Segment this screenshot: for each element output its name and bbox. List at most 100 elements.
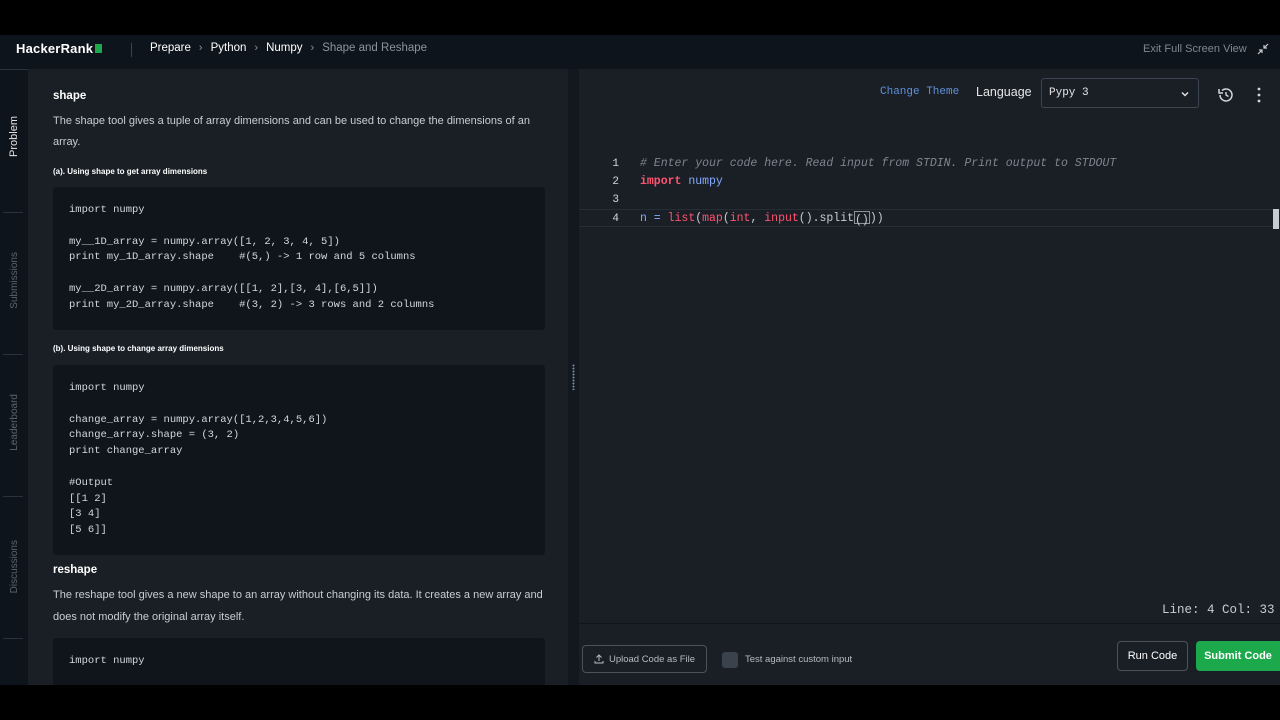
logo[interactable]: HackerRank [16,41,103,56]
code-line: import numpy [69,382,145,394]
tab-divider [3,354,23,355]
language-label: Language [976,85,1032,99]
restore-history-icon[interactable] [1216,85,1236,105]
tab-leaderboard[interactable]: Leaderboard [0,394,28,451]
code-example-a: import numpy my__1D_array = numpy.array(… [53,187,545,330]
top-nav: HackerRank Prepare › Python › Numpy › Sh… [0,35,1280,65]
cursor-position-status: Line: 4 Col: 33 [1162,603,1275,617]
code-editor-panel: Change Theme Language Pypy 3 1 # Enter y… [579,69,1280,623]
tab-divider [3,496,23,497]
app-window: HackerRank Prepare › Python › Numpy › Sh… [0,35,1280,685]
chevron-right-icon: › [310,42,315,54]
language-select[interactable]: Pypy 3 [1041,78,1199,108]
custom-input-label[interactable]: Test against custom input [745,654,852,665]
panel-splitter[interactable] [568,69,579,685]
problem-panel[interactable]: shape The shape tool gives a tuple of ar… [28,69,568,685]
shape-description-line-2: array. [53,136,81,148]
shape-description-line-1: The shape tool gives a tuple of array di… [53,115,530,127]
code-token: int [729,212,751,225]
code-token: )) [869,212,884,225]
run-code-button[interactable]: Run Code [1117,641,1188,671]
keyword-import: import [640,175,682,188]
line-number: 4 [612,213,619,225]
code-token: map [702,212,723,225]
language-value: Pypy 3 [1049,87,1089,99]
more-options-icon[interactable] [1256,86,1262,104]
upload-code-button[interactable]: Upload Code as File [582,645,707,673]
code-token: list [667,212,696,225]
code-line: [[1 2] [69,492,107,505]
subheading-a: (a). Using shape to get array dimensions [53,167,208,176]
chevron-right-icon: › [254,42,259,54]
breadcrumb-prepare[interactable]: Prepare [150,42,191,54]
code-example-b: import numpy change_array = numpy.array(… [53,365,545,555]
code-line: #Output [69,476,114,489]
reshape-description-line-2: does not modify the original array itsel… [53,611,245,623]
code-line: print my_2D_array.shape #(3, 2) -> 3 row… [69,298,435,311]
module-name: numpy [688,175,723,188]
submit-code-button[interactable]: Submit Code [1196,641,1280,671]
code-line: print my_1D_array.shape #(5,) -> 1 row a… [69,251,416,264]
code-token: input [764,212,799,225]
code-line: [5 6]] [69,524,107,537]
code-token: n = [640,212,668,225]
topbar-divider [131,43,132,57]
scrollbar-thumb[interactable] [1273,209,1279,229]
tab-discussions[interactable]: Discussions [0,540,28,593]
upload-code-label: Upload Code as File [608,653,696,665]
tab-divider [3,638,23,639]
side-tabs: Problem Submissions Leaderboard Discussi… [0,69,28,685]
tab-problem[interactable]: Problem [0,116,28,157]
code-input-area[interactable]: 1 # Enter your code here. Read input fro… [579,155,1280,605]
editor-line-1[interactable]: 1 # Enter your code here. Read input fro… [579,155,1280,173]
breadcrumb-current: Shape and Reshape [322,42,428,54]
exit-fullscreen-link[interactable]: Exit Full Screen View [1143,43,1247,55]
line-number: 2 [612,176,619,188]
drag-handle-icon[interactable] [572,364,575,390]
code-token: ().split [798,212,855,225]
editor-bottom-bar: Upload Code as File Test against custom … [579,623,1280,685]
code-line: print change_array [69,445,183,458]
code-example-c: import numpy [53,638,545,685]
code-token: , [750,212,765,225]
tab-divider [3,212,23,213]
tab-submissions[interactable]: Submissions [0,252,28,309]
code-comment: # Enter your code here. Read input from … [640,157,1117,170]
upload-icon [594,654,604,664]
code-line: my__1D_array = numpy.array([1, 2, 3, 4, … [69,235,340,248]
code-token: ( [722,212,730,225]
logo-text: HackerRank [16,41,94,56]
subheading-b: (b). Using shape to change array dimensi… [53,344,224,353]
logo-mark [95,44,103,53]
line-number: 1 [612,158,619,170]
editor-line-2[interactable]: 2 import numpy [579,173,1280,191]
chevron-down-icon [1181,92,1189,97]
tab-submissions-label: Submissions [8,252,20,309]
tab-problem-label: Problem [8,116,20,157]
code-line: [3 4] [69,508,101,521]
editor-line-4[interactable]: 4 n = list(map(int, input().split())) [579,209,1280,227]
reshape-description-line-1: The reshape tool gives a new shape to an… [53,589,543,601]
editor-line-3[interactable]: 3 [579,191,1280,209]
code-line: my__2D_array = numpy.array([[1, 2],[3, 4… [69,282,378,295]
letterbox-top [0,0,1280,35]
code-line: import numpy [69,655,145,667]
change-theme-link[interactable]: Change Theme [880,86,959,98]
collapse-icon[interactable] [1257,43,1269,55]
breadcrumb-python[interactable]: Python [211,42,247,54]
text-cursor: () [854,211,870,227]
custom-input-checkbox[interactable] [722,652,738,668]
code-line: import numpy [69,204,145,216]
letterbox-bottom [0,685,1280,720]
reshape-heading: reshape [53,564,98,576]
editor-toolbar: Change Theme Language Pypy 3 [579,69,1280,109]
chevron-right-icon: › [198,42,203,54]
line-number: 3 [612,194,619,206]
tab-leaderboard-label: Leaderboard [8,394,20,451]
tab-discussions-label: Discussions [8,540,20,594]
breadcrumb: Prepare › Python › Numpy › Shape and Res… [150,42,427,54]
breadcrumb-numpy[interactable]: Numpy [266,42,302,54]
